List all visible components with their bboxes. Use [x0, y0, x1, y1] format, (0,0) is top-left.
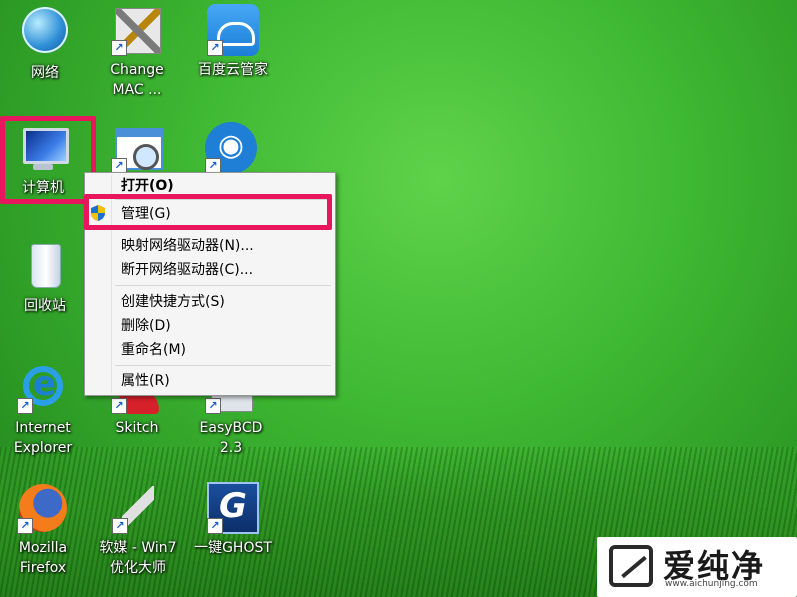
shortcut-arrow-icon: ↗ [111, 398, 127, 414]
icon-label: 一键GHOST [194, 540, 272, 556]
desktop-icon-onekey-ghost[interactable]: ↗ 一键GHOST [190, 482, 276, 558]
menu-item-map-network-drive[interactable]: 映射网络驱动器(N)... [121, 235, 254, 257]
menu-item-properties[interactable]: 属性(R) [121, 370, 170, 392]
desktop-icon-window-tool[interactable]: ↗ [98, 122, 176, 178]
desktop-icon-ruanmei-win7[interactable]: ↗ 软媒 - Win7 优化大师 [90, 482, 186, 578]
recycle-bin-icon [31, 244, 61, 288]
manage-item-highlight [84, 194, 332, 230]
desktop-icon-change-mac[interactable]: ↗ Change MAC ... [98, 4, 176, 100]
icon-label: 网络 [31, 65, 59, 81]
shortcut-arrow-icon: ↗ [17, 518, 33, 534]
watermark-logo-icon [609, 545, 653, 587]
icon-label: Internet Explorer [13, 420, 73, 456]
icon-label: EasyBCD 2.3 [199, 420, 263, 456]
menu-item-delete[interactable]: 删除(D) [121, 315, 171, 337]
icon-label: 百度云管家 [198, 62, 268, 78]
desktop-icon-network[interactable]: 网络 [6, 4, 84, 83]
desktop-icon-wifi[interactable]: ↗ [192, 122, 270, 178]
shortcut-arrow-icon: ↗ [207, 518, 223, 534]
menu-item-disconnect-network-drive[interactable]: 断开网络驱动器(C)... [121, 259, 253, 281]
desktop-icon-internet-explorer[interactable]: ↗ Internet Explorer [4, 362, 82, 458]
shortcut-arrow-icon: ↗ [207, 40, 223, 56]
menu-item-create-shortcut[interactable]: 创建快捷方式(S) [121, 291, 225, 313]
menu-item-rename[interactable]: 重命名(M) [121, 339, 186, 361]
desktop-icon-firefox[interactable]: ↗ Mozilla Firefox [4, 482, 82, 578]
computer-icon-highlight [0, 116, 96, 204]
network-globe-icon [22, 7, 68, 53]
icon-label: Mozilla Firefox [18, 540, 68, 576]
shortcut-arrow-icon: ↗ [111, 40, 127, 56]
icon-label: 软媒 - Win7 优化大师 [99, 540, 177, 576]
icon-label: Change MAC ... [110, 62, 164, 98]
watermark-url: www.aichunjing.com [665, 579, 758, 589]
shortcut-arrow-icon: ↗ [112, 518, 128, 534]
menu-separator [115, 285, 331, 286]
menu-separator [115, 365, 331, 366]
shortcut-arrow-icon: ↗ [205, 398, 221, 414]
desktop-icon-recycle-bin[interactable]: 回收站 [6, 240, 84, 316]
desktop-icon-baidu-cloud[interactable]: ↗ 百度云管家 [192, 4, 274, 80]
icon-label: 回收站 [24, 298, 66, 314]
shortcut-arrow-icon: ↗ [17, 398, 33, 414]
watermark: 爱纯净 www.aichunjing.com [597, 537, 797, 597]
icon-label: Skitch [115, 420, 159, 436]
